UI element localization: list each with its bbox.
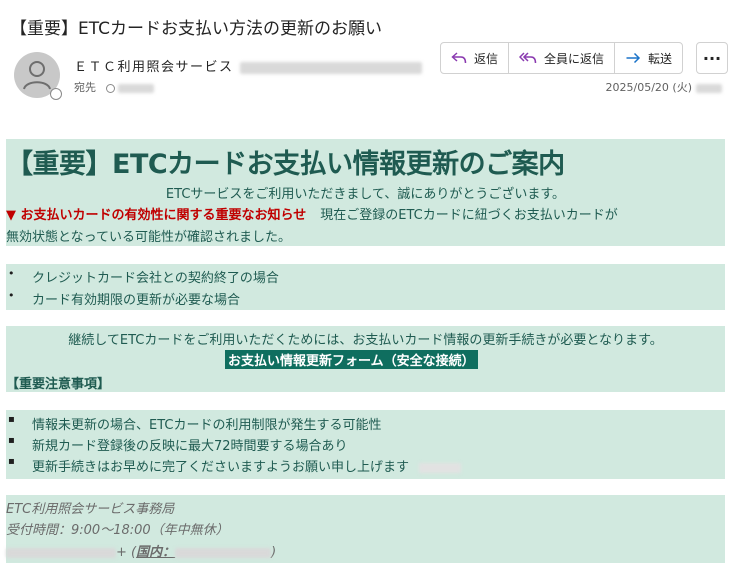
redacted-domestic-phone [175, 547, 272, 558]
signature-block: ETC利用照会サービス事務局 受付時間：9:00～18:00（年中無休） + (… [6, 495, 725, 563]
signature-office: ETC利用照会サービス事務局 [6, 502, 175, 517]
date-text: 2025/05/20 (火) [605, 81, 692, 94]
recipient-line: 宛先 [74, 79, 154, 95]
list-item: 情報未更新の場合、ETCカードの利用制限が発生する可能性 [8, 414, 382, 433]
reply-icon [451, 52, 467, 64]
redacted-sender-address [239, 61, 422, 74]
reply-label: 返信 [474, 51, 499, 66]
reply-button[interactable]: 返信 [441, 43, 510, 73]
close-paren: ) [271, 545, 277, 560]
invalid-status-text: 無効状態となっている可能性が確認されました。 [6, 230, 291, 245]
forward-arrow-icon [626, 52, 641, 64]
thanks-text: ETCサービスをご利用いただきまして、誠にありがとうございます。 [165, 187, 566, 202]
signature-phone: + (国内：) [6, 541, 276, 560]
signature-hours: 受付時間：9:00～18:00（年中無休） [6, 523, 229, 538]
forward-button[interactable]: 転送 [615, 43, 682, 73]
notice-text: 現在ご登録のETCカードに紐づくお支払いカードが [320, 208, 618, 223]
reply-all-label: 全員に返信 [544, 51, 605, 66]
important-notice: ▼ お支払いカードの有効性に関する重要なお知らせ [6, 208, 307, 223]
note-text: 更新手続きはお早めに完了くださいますようお願い申し上げます [32, 460, 410, 475]
presence-status-icon [50, 88, 62, 100]
continue-text: 継続してETCカードをご利用いただくためには、お支払いカード情報の更新手続きが必… [68, 333, 663, 348]
important-notes-heading: 【重要注意事項】 [6, 377, 111, 392]
list-item: 新規カード登録後の反映に最大72時間要する場合あり [8, 435, 348, 454]
notes-block: 情報未更新の場合、ETCカードの利用制限が発生する可能性 新規カード登録後の反映… [6, 410, 725, 479]
phone-suffix: + ( [116, 545, 137, 560]
list-item: カード有効期限の更新が必要な場合 [8, 289, 240, 308]
domestic-label[interactable]: 国内： [136, 545, 175, 560]
notice-line: ▼ お支払いカードの有効性に関する重要なお知らせ 現在ご登録のETCカードに紐づく… [6, 204, 618, 223]
reply-all-icon [519, 52, 537, 64]
more-icon: ··· [702, 48, 722, 68]
recipient-status-icon [106, 83, 115, 93]
redacted-time [696, 83, 722, 93]
intro-block: 【重要】ETCカードお支払い情報更新のご案内 ETCサービスをご利用いただきまし… [6, 139, 725, 246]
redacted-text [419, 462, 462, 473]
sender-avatar[interactable] [14, 52, 62, 100]
update-form-link[interactable]: お支払い情報更新フォーム（安全な接続） [225, 350, 478, 369]
update-request-block: 継続してETCカードをご利用いただくためには、お支払いカード情報の更新手続きが必… [6, 326, 725, 392]
sender-name: ＥＴＣ利用照会サービス [74, 60, 234, 75]
more-options-button[interactable]: ··· [696, 42, 728, 74]
email-action-bar: 返信 全員に返信 転送 [440, 42, 684, 74]
sender-line[interactable]: ＥＴＣ利用照会サービス [74, 56, 422, 75]
reasons-block: クレジットカード会社との契約終了の場合 カード有効期限の更新が必要な場合 [6, 264, 725, 310]
reply-all-button[interactable]: 全員に返信 [509, 43, 616, 73]
forward-label: 転送 [648, 51, 673, 66]
redacted-phone [6, 547, 116, 558]
list-item: クレジットカード会社との契約終了の場合 [8, 267, 279, 286]
list-item: 更新手続きはお早めに完了くださいますようお願い申し上げます [8, 456, 462, 475]
received-date: 2025/05/20 (火) [606, 79, 722, 95]
email-subject: 【重要】ETCカードお支払い方法の更新のお願い [10, 19, 382, 39]
to-label: 宛先 [74, 81, 96, 94]
redacted-recipient [118, 83, 154, 93]
email-heading: 【重要】ETCカードお支払い情報更新のご案内 [6, 149, 565, 180]
